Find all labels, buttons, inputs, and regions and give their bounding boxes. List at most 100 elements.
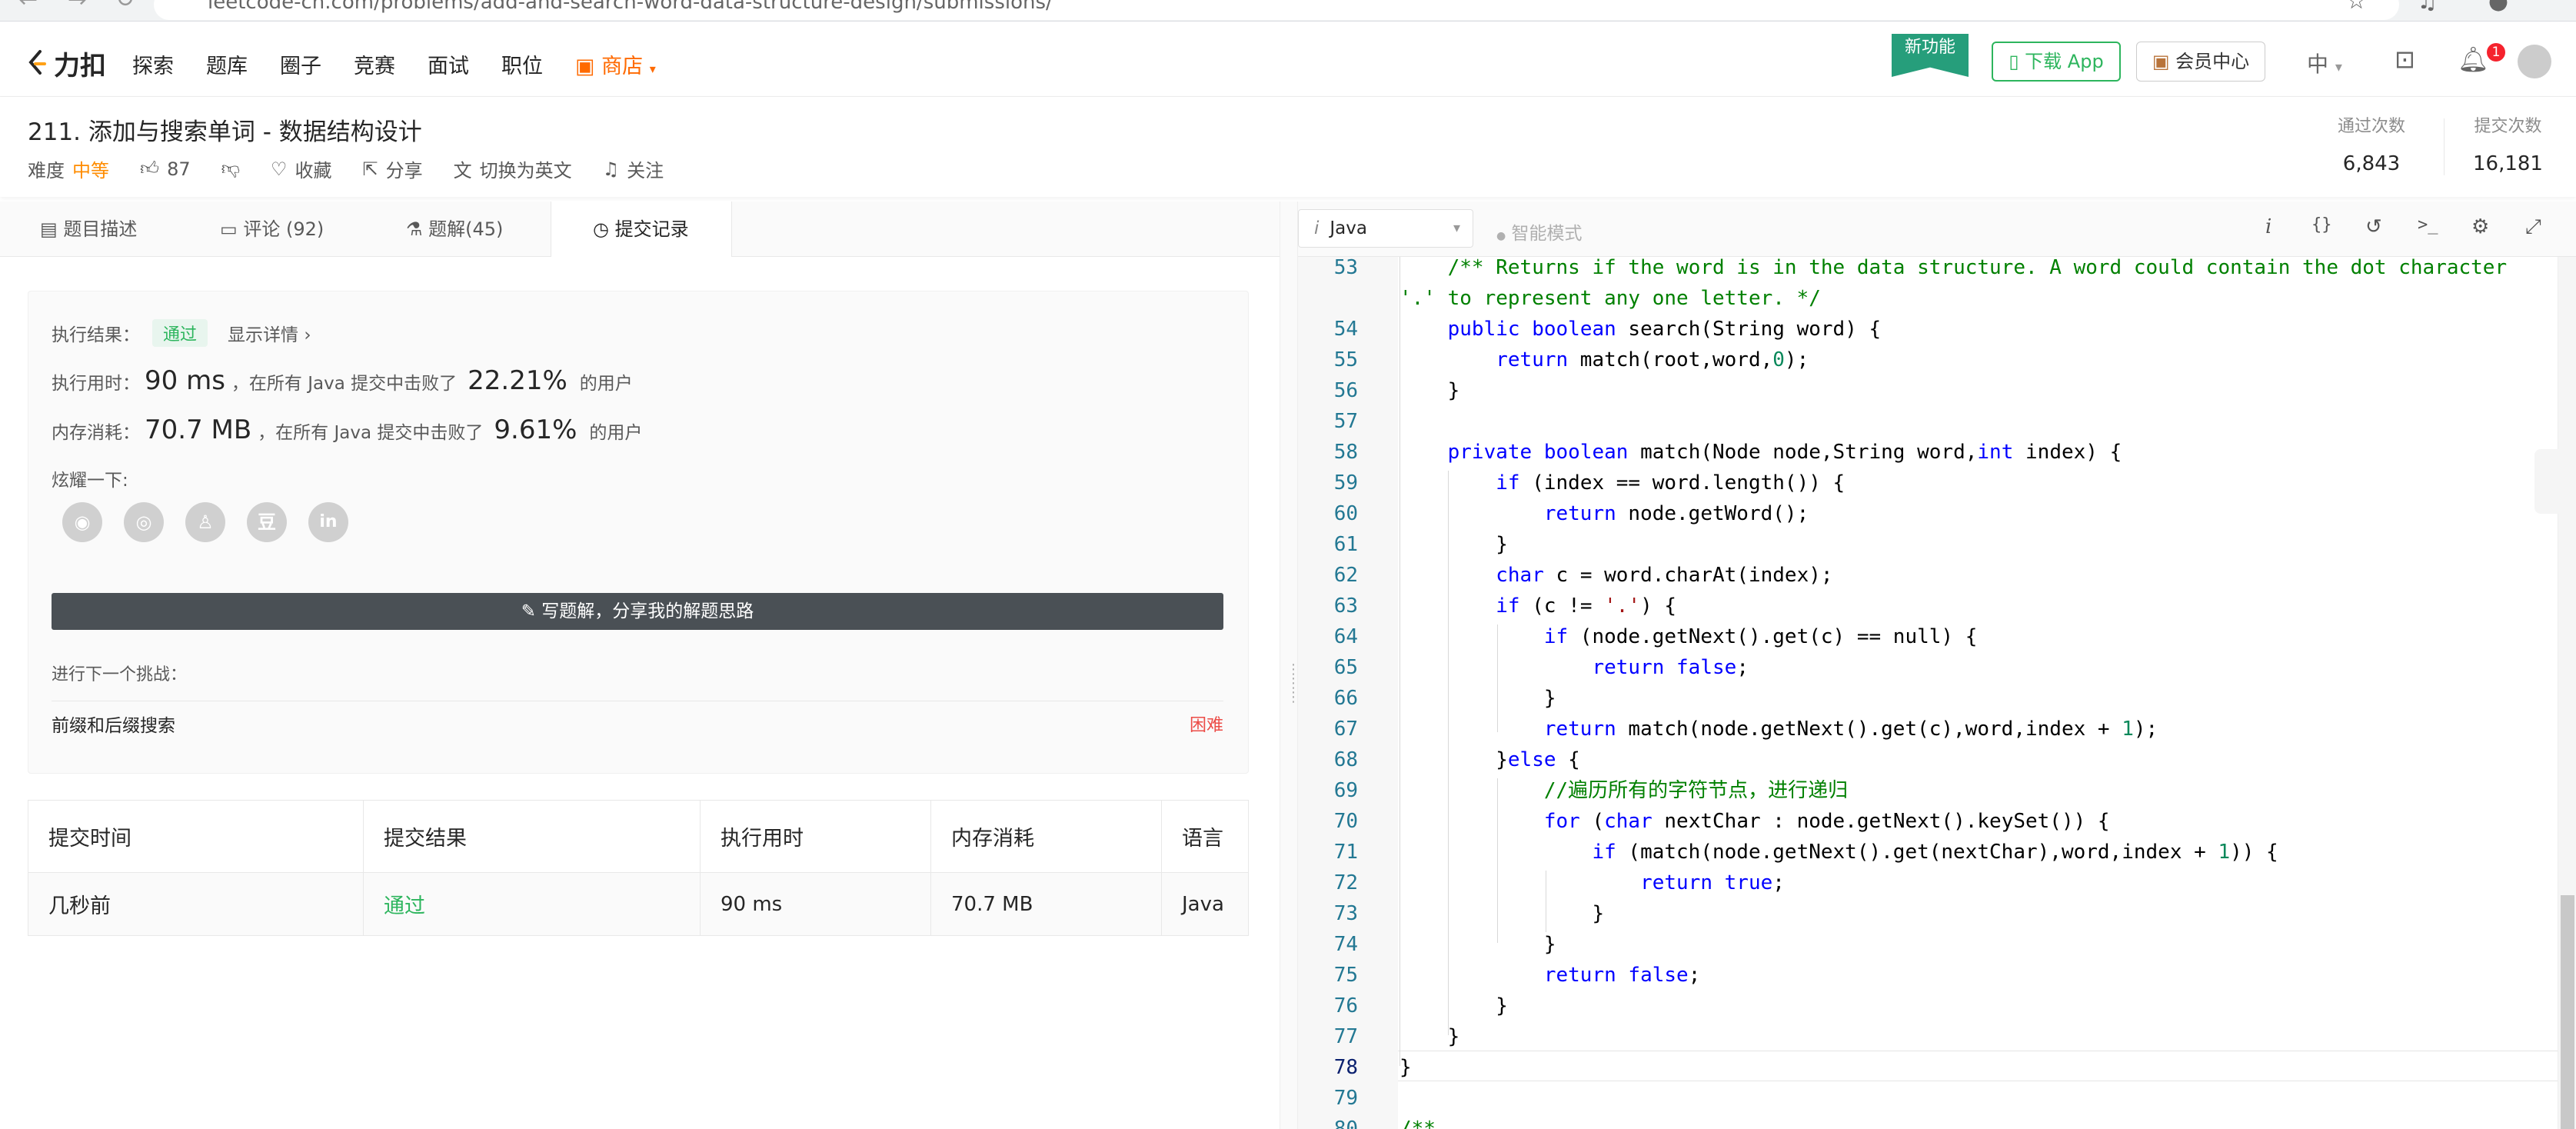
nav-link-problems[interactable]: 题库 [206, 49, 248, 79]
problem-title: 211. 添加与搜索单词 - 数据结构设计 [28, 118, 422, 146]
language-switcher[interactable]: 中 ▾ [2307, 48, 2342, 78]
submission-runtime: 90 ms [700, 872, 931, 936]
floating-side-button[interactable] [2534, 449, 2576, 514]
braces-icon[interactable]: {} [2311, 215, 2332, 235]
tab-description[interactable]: ▤ 题目描述 [40, 201, 137, 257]
browser-address-bar[interactable]: ← → ↻ leetcode-cn.com/problems/add-and-s… [0, 0, 2576, 22]
wechat-icon[interactable]: ◉ [62, 502, 102, 542]
next-problem-title[interactable]: 前缀和后缀搜索 [52, 716, 175, 736]
show-details-link[interactable]: 显示详情 › [228, 320, 311, 346]
new-feature-ribbon[interactable]: 新功能 [1892, 34, 1969, 77]
difficulty: 难度 中等 [28, 155, 109, 182]
runtime-value: 90 ms [145, 365, 225, 396]
nav-link-shop[interactable]: ▣ 商店 ▾ [575, 49, 656, 79]
nav-link-circle[interactable]: 圈子 [280, 49, 321, 79]
current-line-highlight [1398, 1051, 2576, 1081]
vip-center-button[interactable]: ▣ 会员中心 [2136, 42, 2265, 82]
follow-button[interactable]: ♫ 关注 [603, 155, 664, 182]
difficulty-value: 中等 [72, 160, 109, 182]
share-label: 炫耀一下: [52, 471, 128, 491]
playground-icon[interactable]: ⊡ [2395, 45, 2415, 74]
next-challenge-label: 进行下一个挑战： [52, 665, 188, 684]
next-challenge-item[interactable]: 前缀和后缀搜索 困难 [52, 701, 1223, 750]
avatar[interactable] [2518, 45, 2551, 78]
thumbs-down-icon: 👎︎ [221, 158, 241, 179]
shop-icon: ▣ [575, 55, 595, 78]
info-icon: i [1314, 218, 1320, 238]
editor-toolbar: i Java ▾ ● 智能模式 i {} ↺ >_ ⚙ ⤢ [1298, 201, 2576, 257]
fullscreen-icon[interactable]: ⤢ [2525, 215, 2541, 239]
memory-row: 内存消耗： 70.7 MB ，在所有 Java 提交中击败了 9.61% 的用户 [52, 415, 643, 445]
logo-text: 力扣 [54, 51, 106, 82]
translate-icon: 文 [453, 160, 472, 182]
favorite-button[interactable]: ♡ 收藏 [271, 155, 332, 182]
problem-tabs: ▤ 题目描述 ▭ 评论 (92) ⚗ 题解(45) ◷ 提交记录 [0, 201, 1280, 258]
thumbs-up-icon: 👍︎ [140, 158, 160, 179]
divider [2444, 118, 2445, 175]
share-icon: ⇱ [362, 158, 378, 180]
accepted-stat: 通过次数 6,843 [2338, 117, 2406, 175]
tab-solutions[interactable]: ⚗ 题解(45) [406, 201, 503, 257]
console-icon[interactable]: >_ [2418, 215, 2438, 235]
qq-icon[interactable]: ♙ [185, 502, 225, 542]
nav-link-contest[interactable]: 竞赛 [354, 49, 395, 79]
submission-panel: 执行结果： 通过 显示详情 › 执行用时： 90 ms ，在所有 Java 提交… [0, 257, 1280, 1129]
top-navigation: 力扣 探索 题库 圈子 竞赛 面试 职位 ▣ 商店 ▾ 新功能 ▯ 下载 App… [0, 22, 2576, 97]
scrollbar-thumb[interactable] [2561, 895, 2574, 1129]
main-nav-links: 探索 题库 圈子 竞赛 面试 职位 ▣ 商店 ▾ [132, 49, 688, 79]
problem-meta: 难度 中等 👍︎ 87 👎︎ ♡ 收藏 ⇱ 分享 文切换为英文 ♫ 关注 [28, 155, 694, 182]
tab-comments[interactable]: ▭ 评论 (92) [220, 201, 324, 257]
forward-icon[interactable]: → [68, 0, 87, 13]
nav-link-jobs[interactable]: 职位 [501, 49, 543, 79]
share-icons: ◉ ◎ ♙ 豆 in [62, 502, 348, 542]
url-text: leetcode-cn.com/problems/add-and-search-… [208, 0, 1053, 14]
column-header: 内存消耗 [930, 800, 1162, 873]
share-button[interactable]: ⇱ 分享 [363, 155, 423, 182]
column-header: 提交结果 [363, 800, 701, 873]
dislike-button[interactable]: 👎︎ [221, 158, 240, 180]
heart-icon: ♡ [271, 158, 288, 180]
smart-mode-toggle[interactable]: ● 智能模式 [1496, 218, 1583, 245]
submitted-stat: 提交次数 16,181 [2473, 117, 2543, 175]
column-header: 执行用时 [700, 800, 931, 873]
status-badge: 通过 [152, 319, 208, 347]
result-status-row: 执行结果： 通过 显示详情 › [52, 319, 311, 347]
like-button[interactable]: 👍︎ 87 [140, 158, 191, 180]
document-icon: ▤ [40, 218, 58, 240]
douban-icon[interactable]: 豆 [247, 502, 287, 542]
submission-memory: 70.7 MB [930, 872, 1162, 936]
chevron-down-icon: ▾ [649, 62, 656, 76]
memory-value: 70.7 MB [145, 415, 252, 445]
bookmark-star-icon[interactable]: ☆ ♫ ● [2346, 0, 2530, 15]
bell-icon[interactable]: 🔔︎ [2458, 45, 2489, 74]
language-select[interactable]: i Java ▾ [1298, 209, 1473, 248]
write-solution-button[interactable]: ✎ 写题解，分享我的解题思路 [52, 593, 1223, 630]
tab-submissions[interactable]: ◷ 提交记录 [551, 201, 732, 258]
leetcode-logo[interactable]: 力扣 [26, 45, 106, 82]
nav-link-interview[interactable]: 面试 [428, 49, 469, 79]
table-header-row: 提交时间 提交结果 执行用时 内存消耗 语言 [28, 800, 1249, 873]
gear-icon[interactable]: ⚙ [2471, 215, 2489, 238]
reset-icon[interactable]: ↺ [2365, 215, 2382, 238]
back-icon[interactable]: ← [18, 0, 38, 13]
problem-header: 211. 添加与搜索单词 - 数据结构设计 难度 中等 👍︎ 87 👎︎ ♡ 收藏 ⇱… [0, 97, 2576, 197]
reload-icon[interactable]: ↻ [115, 0, 135, 13]
chevron-down-icon: ▾ [1453, 220, 1460, 236]
memory-percentile: 9.61% [494, 415, 577, 445]
submission-result-link[interactable]: 通过 [363, 872, 701, 936]
info-icon[interactable]: i [2265, 215, 2271, 238]
comment-icon: ▭ [220, 218, 238, 240]
nav-link-explore[interactable]: 探索 [132, 49, 174, 79]
switch-language-button[interactable]: 文切换为英文 [454, 155, 572, 182]
linkedin-icon[interactable]: in [308, 502, 348, 542]
submission-time: 几秒前 [28, 872, 364, 936]
editor-scrollbar[interactable] [2558, 257, 2576, 1129]
pane-resize-handle[interactable]: ⋮ ⋮ ⋮ [1280, 201, 1300, 1129]
bell-icon: ♫ [602, 158, 620, 180]
phone-icon: ▯ [2009, 51, 2019, 72]
weibo-icon[interactable]: ◎ [124, 502, 164, 542]
code-editor[interactable]: 53 /** Returns if the word is in the dat… [1298, 257, 2576, 1129]
runtime-row: 执行用时： 90 ms ，在所有 Java 提交中击败了 22.21% 的用户 [52, 365, 633, 396]
download-app-button[interactable]: ▯ 下载 App [1992, 42, 2121, 82]
difficulty-badge: 困难 [1189, 716, 1223, 735]
